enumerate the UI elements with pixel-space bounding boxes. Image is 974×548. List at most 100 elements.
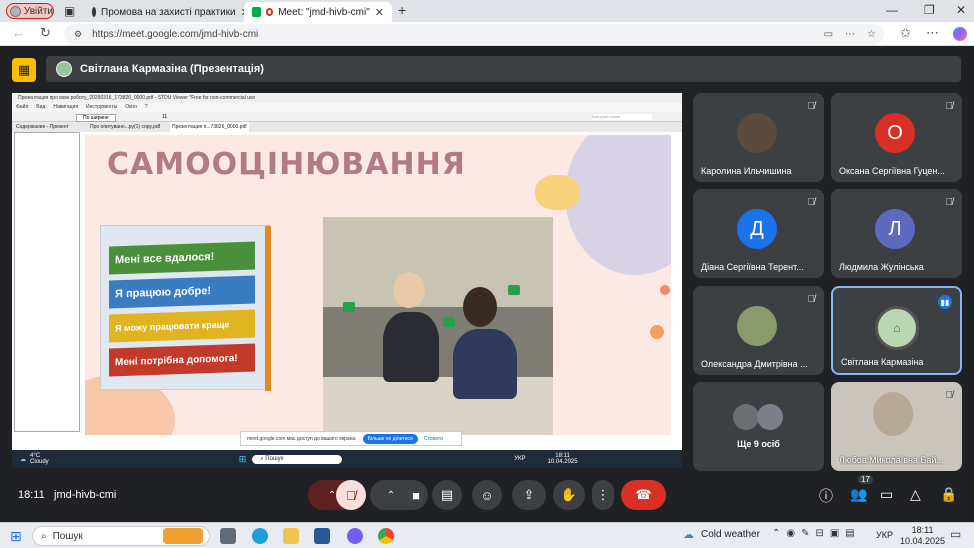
- participant-tile[interactable]: Л 🎙̸ Людмила Жулінська: [831, 189, 962, 278]
- page-number[interactable]: 11: [162, 114, 167, 120]
- slide: САМООЦІНЮВАННЯ Мені все вдалося! Я працю…: [85, 135, 671, 435]
- screen: Увійти ▣ Промова на захисті практики ✕ M…: [0, 0, 974, 548]
- quick-search-input[interactable]: Быстрый поиск: [592, 114, 652, 120]
- mic-off-icon[interactable]: 🎙̸: [336, 480, 366, 510]
- participant-tile[interactable]: 🎙̸ Каролина Ильчишина: [693, 93, 824, 182]
- more-options-button[interactable]: ⋮: [592, 480, 614, 510]
- lego-row: Я можу працювати краще: [109, 309, 255, 343]
- weather-text[interactable]: Cold weather: [701, 529, 760, 540]
- presentation-icon[interactable]: ▦: [12, 58, 36, 82]
- shared-screen: Презентация про мою роботу_20250316_1738…: [12, 93, 682, 455]
- url-field[interactable]: ⚙ https://meet.google.com/jmd-hivb-cmi ▭…: [64, 24, 884, 44]
- copilot-icon[interactable]: [953, 27, 967, 41]
- taskbar-search[interactable]: ⌕ Пошук: [32, 526, 210, 546]
- chat-icon[interactable]: ▭: [880, 486, 893, 503]
- edge-icon[interactable]: [252, 528, 268, 544]
- menu-item[interactable]: Вид: [36, 103, 45, 112]
- new-tab-button[interactable]: +: [398, 2, 406, 18]
- camera-icon[interactable]: ■: [412, 488, 420, 503]
- sidebar-tab[interactable]: Содержание - Презент: [16, 122, 69, 132]
- lang-indicator[interactable]: УКР: [876, 530, 893, 540]
- classroom-photo: [323, 217, 553, 435]
- tab-meet[interactable]: Meet: "jmd-hivb-cmi" ✕: [244, 2, 392, 22]
- present-button[interactable]: ⇪: [512, 480, 546, 510]
- windows-start-icon[interactable]: ⊞: [10, 528, 22, 545]
- file-explorer-icon[interactable]: [283, 528, 299, 544]
- mic-off-icon: 🎙̸: [807, 101, 816, 112]
- emoji-button[interactable]: ☺: [472, 480, 502, 510]
- star-icon[interactable]: ☆: [867, 29, 876, 40]
- task-view-icon[interactable]: [220, 528, 236, 544]
- lock-icon[interactable]: 🔒: [940, 486, 957, 503]
- tab-title: Meet: "jmd-hivb-cmi": [278, 6, 370, 18]
- tab-speech[interactable]: Промова на захисті практики ✕: [84, 2, 250, 22]
- clock[interactable]: 18:11 10.04.2025: [900, 525, 945, 547]
- more-actions-icon[interactable]: ⋯: [845, 29, 855, 40]
- viewer-title-bar: Презентация про мою роботу_20250316_1738…: [12, 93, 682, 103]
- minimize-icon[interactable]: —: [886, 3, 898, 17]
- browser-menu-icon[interactable]: ⋯: [926, 25, 939, 41]
- activities-icon[interactable]: △: [910, 486, 921, 503]
- participant-photo: [737, 306, 777, 346]
- people-count-badge: 17: [858, 475, 873, 484]
- mic-off-icon: 🎙̸: [945, 197, 954, 208]
- cloud-icon: ☁: [683, 529, 694, 541]
- word-icon[interactable]: [314, 528, 330, 544]
- meet-icon: [252, 7, 261, 17]
- info-icon[interactable]: ⓘ: [819, 486, 833, 506]
- profile-button[interactable]: Увійти: [6, 3, 54, 19]
- more-participants-tile[interactable]: Ще 9 осіб: [693, 382, 824, 471]
- recording-icon: [265, 8, 274, 16]
- doc-tab-active[interactable]: Презентация п...73826_0000.pdf: [170, 122, 249, 132]
- site-info-icon[interactable]: ⚙: [74, 29, 82, 40]
- hide-link[interactable]: Сховати: [424, 436, 443, 442]
- chrome-icon[interactable]: [378, 528, 394, 544]
- participant-tile[interactable]: 🎙̸ Любов Миколаївна Бай...: [831, 382, 962, 471]
- participant-name: Любов Миколаївна Бай...: [839, 455, 944, 465]
- search-label: Пошук: [265, 455, 284, 462]
- favorites-icon[interactable]: ✩: [900, 25, 911, 41]
- chevron-up-icon[interactable]: ⌃: [328, 490, 336, 501]
- profile-label: Увійти: [23, 5, 53, 17]
- tab-grid-icon[interactable]: ▣: [64, 4, 75, 18]
- end-call-button[interactable]: ☎: [621, 480, 666, 510]
- close-window-icon[interactable]: ✕: [956, 3, 966, 17]
- participant-tile-speaking[interactable]: ⌂ ▮▮ Світлана Кармазіна: [831, 286, 962, 375]
- participant-name: Оксана Сергіївна Гуцен...: [839, 166, 945, 176]
- restore-icon[interactable]: ❐: [924, 3, 935, 17]
- stop-sharing-button[interactable]: Більше не ділитися: [362, 433, 418, 444]
- mic-off-icon: 🎙̸: [807, 197, 816, 208]
- emoji-icon: ☺: [480, 487, 494, 503]
- reload-icon[interactable]: ↻: [40, 25, 51, 41]
- presenter-avatar: [56, 61, 72, 77]
- menu-item[interactable]: ?: [145, 103, 148, 112]
- chevron-up-icon[interactable]: ⌃: [387, 490, 395, 501]
- notification-icon[interactable]: ▭: [950, 527, 961, 541]
- menu-item[interactable]: Файл: [16, 103, 28, 112]
- tray-icons[interactable]: ⌃◉✎⊟▣▤: [772, 528, 861, 539]
- ruler-decoration: [265, 226, 271, 391]
- close-icon[interactable]: ✕: [375, 6, 384, 19]
- mic-off-icon: 🎙̸: [807, 294, 816, 305]
- participant-tile[interactable]: О 🎙̸ Оксана Сергіївна Гуцен...: [831, 93, 962, 182]
- captions-button[interactable]: ▤: [432, 480, 462, 510]
- search-label: Пошук: [52, 530, 83, 542]
- camera-control[interactable]: ⌃ ■: [370, 480, 428, 510]
- back-icon[interactable]: ←: [12, 25, 25, 40]
- dot-decoration: [660, 285, 670, 295]
- viber-icon[interactable]: [347, 528, 363, 544]
- participant-tile[interactable]: Д 🎙̸ Діана Сергіївна Терент...: [693, 189, 824, 278]
- raise-hand-button[interactable]: ✋: [553, 480, 585, 510]
- participant-tile[interactable]: 🎙̸ Олександра Дмитрівна ...: [693, 286, 824, 375]
- people-icon[interactable]: 👥: [850, 486, 867, 503]
- doc-tab[interactable]: Про опитуванн...ру(1) copy.pdf: [90, 122, 160, 132]
- menu-item[interactable]: Навигация: [53, 103, 78, 112]
- menu-item[interactable]: Инструменты: [86, 103, 117, 112]
- participant-avatar: Д: [737, 209, 777, 249]
- meeting-time: 18:11: [18, 489, 45, 501]
- camera-indicator-icon[interactable]: ▭: [824, 29, 833, 40]
- menu-item[interactable]: Окно: [125, 103, 137, 112]
- zoom-select[interactable]: По ширине: [76, 114, 116, 122]
- mic-control[interactable]: ⌃ 🎙̸: [308, 480, 366, 510]
- tab-title: Промова на захисті практики: [101, 6, 236, 18]
